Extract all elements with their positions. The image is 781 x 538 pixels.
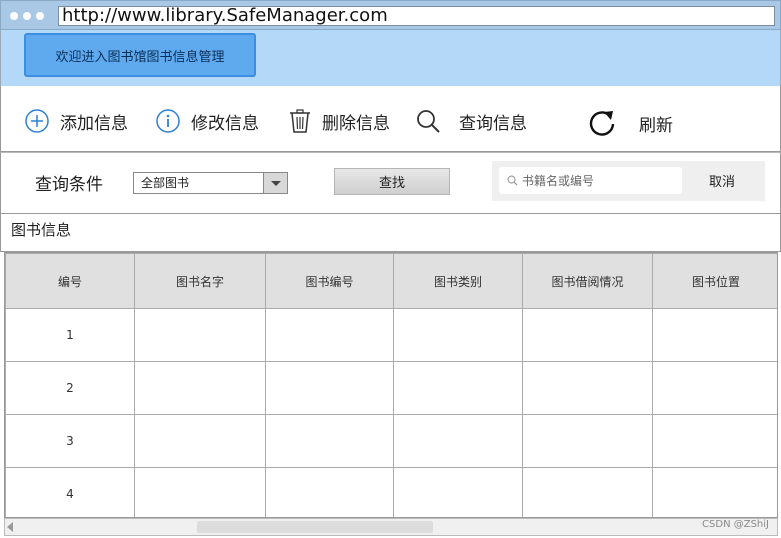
column-header[interactable]: 图书名字 [134, 253, 266, 309]
watermark: CSDN @ZShiJ [702, 519, 769, 530]
edit-info-button[interactable]: 修改信息 [155, 108, 259, 134]
table-cell [522, 308, 653, 362]
query-bar: 查询条件 全部图书 查找 书籍名或编号 取消 [0, 152, 781, 214]
table-cell [134, 467, 266, 517]
section-title: 图书信息 [11, 221, 72, 239]
book-table: 编号 图书名字 图书编号 图书类别 图书借阅情况 图书位置 1 2 3 4 [5, 253, 777, 517]
action-toolbar: 添加信息 修改信息 删除信息 查询信息 刷新 [0, 86, 781, 152]
add-circle-icon [25, 109, 49, 133]
window-dots [10, 12, 44, 20]
table-cell [393, 414, 523, 468]
address-bar[interactable]: http://www.library.SafeManager.com [58, 6, 775, 26]
window-dot[interactable] [23, 12, 31, 20]
table-cell [652, 308, 777, 362]
table-cell [265, 467, 394, 517]
column-header[interactable]: 图书位置 [652, 253, 777, 309]
delete-info-button[interactable]: 删除信息 [288, 108, 390, 134]
table-header-row: 编号 图书名字 图书编号 图书类别 图书借阅情况 图书位置 [5, 253, 777, 309]
table-row[interactable]: 4 [5, 467, 777, 517]
scrollbar-thumb[interactable] [197, 521, 433, 533]
query-info-label: 查询信息 [459, 113, 527, 134]
add-info-label: 添加信息 [60, 113, 128, 134]
table-cell [522, 361, 653, 415]
table-cell [265, 414, 394, 468]
header-banner: 欢迎进入图书馆图书信息管理 [0, 30, 781, 86]
edit-info-label: 修改信息 [191, 113, 259, 134]
search-placeholder: 书籍名或编号 [522, 174, 595, 188]
chevron-down-icon[interactable] [263, 173, 287, 193]
refresh-icon [589, 111, 615, 136]
delete-info-label: 删除信息 [322, 113, 390, 134]
table-cell: 1 [5, 308, 135, 362]
table-cell [393, 467, 523, 517]
book-table-container: 编号 图书名字 图书编号 图书类别 图书借阅情况 图书位置 1 2 3 4 [4, 252, 778, 518]
table-cell: 4 [5, 467, 135, 517]
search-icon [507, 175, 518, 186]
info-circle-icon [156, 109, 180, 133]
query-info-button[interactable]: 查询信息 [415, 108, 527, 134]
refresh-label: 刷新 [639, 115, 673, 136]
horizontal-scrollbar[interactable] [4, 518, 778, 536]
window-dot[interactable] [36, 12, 44, 20]
category-select-value: 全部图书 [141, 176, 190, 190]
search-input[interactable]: 书籍名或编号 [499, 167, 682, 194]
column-header[interactable]: 图书类别 [393, 253, 523, 309]
table-cell [652, 467, 777, 517]
column-header[interactable]: 编号 [5, 253, 135, 309]
table-cell [265, 308, 394, 362]
table-row[interactable]: 3 [5, 414, 777, 468]
find-button[interactable]: 查找 [334, 168, 450, 195]
column-header[interactable]: 图书编号 [265, 253, 394, 309]
book-info-section: 图书信息 [0, 214, 781, 252]
table-cell [134, 308, 266, 362]
table-cell [393, 361, 523, 415]
table-cell [393, 308, 523, 362]
table-cell [652, 361, 777, 415]
refresh-button[interactable]: 刷新 [587, 108, 673, 138]
table-row[interactable]: 2 [5, 361, 777, 415]
browser-chrome: http://www.library.SafeManager.com [0, 0, 781, 30]
search-icon [417, 110, 440, 133]
table-cell [652, 414, 777, 468]
table-cell [265, 361, 394, 415]
column-header[interactable]: 图书借阅情况 [522, 253, 653, 309]
table-cell [522, 414, 653, 468]
scroll-left-arrow-icon[interactable] [7, 522, 13, 532]
category-select[interactable]: 全部图书 [133, 172, 288, 194]
welcome-button[interactable]: 欢迎进入图书馆图书信息管理 [24, 33, 256, 77]
add-info-button[interactable]: 添加信息 [24, 108, 128, 134]
table-row[interactable]: 1 [5, 308, 777, 362]
table-cell [134, 361, 266, 415]
table-cell: 3 [5, 414, 135, 468]
table-cell [522, 467, 653, 517]
cancel-button[interactable]: 取消 [697, 167, 747, 194]
search-panel: 书籍名或编号 取消 [492, 161, 765, 201]
table-cell: 2 [5, 361, 135, 415]
query-condition-label: 查询条件 [35, 175, 103, 195]
trash-icon [290, 109, 310, 133]
table-cell [134, 414, 266, 468]
window-dot[interactable] [10, 12, 18, 20]
